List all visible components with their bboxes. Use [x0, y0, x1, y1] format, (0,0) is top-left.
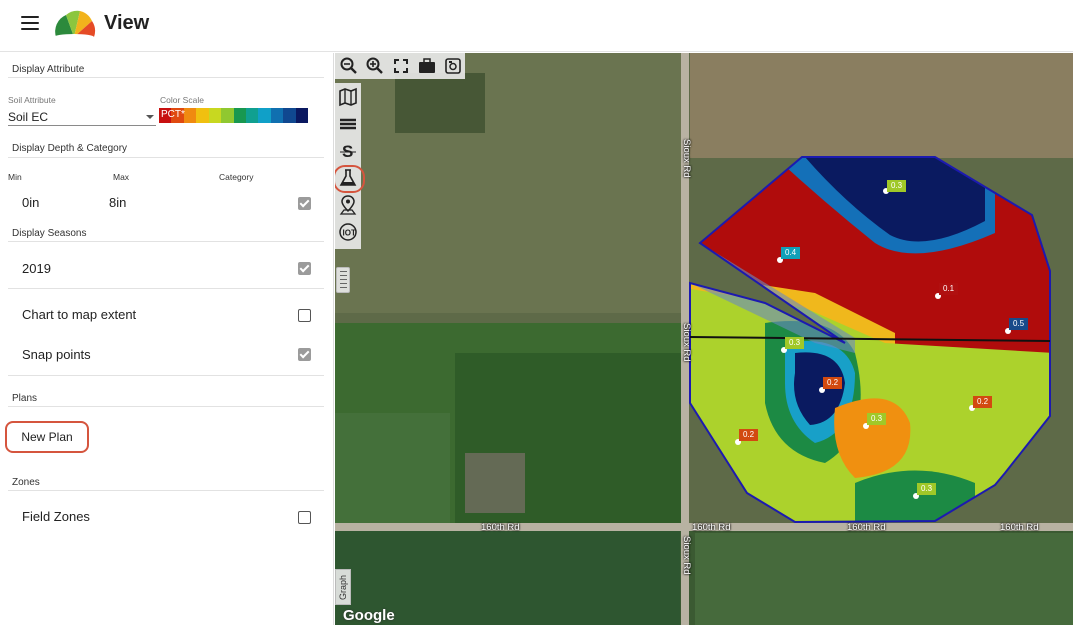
stack-layers-icon[interactable]	[337, 112, 359, 136]
season-2019-checkbox[interactable]	[298, 262, 311, 275]
color-scale-select[interactable]: PCT*	[159, 108, 309, 123]
chart-to-map-extent-checkbox[interactable]	[298, 309, 311, 322]
sample-point-label[interactable]: 0.1	[939, 283, 959, 295]
fan-logo-icon	[54, 10, 96, 39]
field-zones-checkbox[interactable]	[298, 511, 311, 524]
sample-point-label[interactable]: 0.3	[867, 413, 887, 425]
sample-point-label[interactable]: 0.2	[739, 429, 759, 441]
google-logo: Google	[343, 607, 395, 624]
soil-attribute-select[interactable]: Soil EC	[8, 110, 156, 126]
color-scale-swatch	[258, 108, 271, 123]
category-label: Category	[219, 172, 254, 182]
zoom-in-icon[interactable]	[365, 56, 385, 76]
color-scale-value: PCT*	[161, 109, 185, 120]
app-header: View	[0, 0, 1073, 52]
sample-point-label[interactable]: 0.2	[823, 377, 843, 389]
snap-points-label: Snap points	[22, 347, 91, 362]
display-seasons-title: Display Seasons	[12, 228, 87, 239]
road-label-sioux-south: Sioux Rd	[681, 536, 692, 575]
season-2019-label: 2019	[22, 261, 51, 276]
panel-collapse-handle[interactable]	[336, 267, 350, 293]
road-label-160th-center: 160th Rd	[692, 522, 731, 533]
new-plan-button[interactable]: New Plan	[5, 421, 89, 453]
max-label: Max	[113, 172, 130, 182]
fullscreen-icon[interactable]	[391, 56, 411, 76]
category-checkbox[interactable]	[298, 197, 311, 210]
map-toolbar-left: S IOT	[335, 83, 365, 249]
hamburger-menu-icon[interactable]	[21, 16, 39, 30]
map-toolbar-top	[335, 53, 465, 79]
screenshot-icon[interactable]	[443, 56, 463, 76]
lab-flask-icon[interactable]	[335, 165, 365, 193]
color-scale-swatch	[295, 108, 309, 123]
zoom-out-icon[interactable]	[339, 56, 359, 76]
snap-points-checkbox[interactable]	[298, 348, 311, 361]
road-label-160th-east: 160th Rd	[1000, 522, 1039, 533]
sample-point-label[interactable]: 0.5	[1009, 318, 1029, 330]
divider	[8, 375, 324, 376]
chevron-down-icon	[146, 115, 154, 119]
soil-attribute-label: Soil Attribute	[8, 95, 56, 105]
color-scale-swatch	[208, 108, 222, 123]
map-view[interactable]: 160th Rd 160th Rd 160th Rd 160th Rd Siou…	[335, 53, 1073, 625]
road-label-160th-field: 160th Rd	[847, 522, 886, 533]
graph-tab-label: Graph	[338, 574, 348, 600]
color-scale-swatch	[245, 108, 259, 123]
color-scale-swatch	[221, 108, 234, 123]
left-panel: Display Attribute Soil Attribute Color S…	[0, 53, 334, 625]
color-scale-swatch	[283, 108, 296, 123]
map-layers-icon[interactable]	[337, 85, 359, 109]
color-scale-label: Color Scale	[160, 95, 204, 105]
iot-sensor-icon[interactable]: IOT	[337, 220, 359, 244]
chart-to-map-extent-label: Chart to map extent	[22, 307, 137, 322]
page-title: View	[104, 12, 150, 34]
color-scale-swatch	[196, 108, 209, 123]
plans-title: Plans	[12, 393, 38, 404]
soil-attribute-value: Soil EC	[8, 110, 49, 124]
sample-point-label[interactable]: 0.3	[785, 337, 805, 349]
soil-s-icon[interactable]: S	[337, 139, 359, 163]
display-attribute-title: Display Attribute	[12, 64, 85, 75]
color-scale-swatch	[233, 108, 246, 123]
sample-point-label[interactable]: 0.4	[781, 247, 801, 259]
divider	[8, 77, 324, 78]
satellite-map-canvas[interactable]	[335, 53, 1073, 625]
sample-point-label[interactable]: 0.2	[973, 396, 993, 408]
divider	[8, 406, 324, 407]
location-pin-icon[interactable]	[337, 193, 359, 217]
sample-point-label[interactable]: 0.3	[887, 180, 907, 192]
max-depth-value[interactable]: 8in	[109, 195, 126, 210]
divider	[8, 157, 324, 158]
divider	[8, 241, 324, 242]
divider	[8, 288, 324, 289]
depth-category-title: Display Depth & Category	[12, 143, 128, 154]
divider	[8, 490, 324, 491]
road-label-sioux-middle: Sioux Rd	[681, 323, 692, 362]
briefcase-icon[interactable]	[417, 56, 437, 76]
graph-tab[interactable]: Graph	[335, 569, 351, 605]
road-label-sioux-north: Sioux Rd	[681, 139, 692, 178]
color-scale-swatch	[183, 108, 197, 123]
color-scale-swatch	[270, 108, 284, 123]
road-label-160th-west: 160th Rd	[481, 522, 520, 533]
min-label: Min	[8, 172, 22, 182]
svg-text:IOT: IOT	[343, 229, 356, 238]
sample-point-label[interactable]: 0.3	[917, 483, 937, 495]
min-depth-value[interactable]: 0in	[22, 195, 39, 210]
field-zones-label: Field Zones	[22, 509, 90, 524]
zones-title: Zones	[12, 477, 40, 488]
